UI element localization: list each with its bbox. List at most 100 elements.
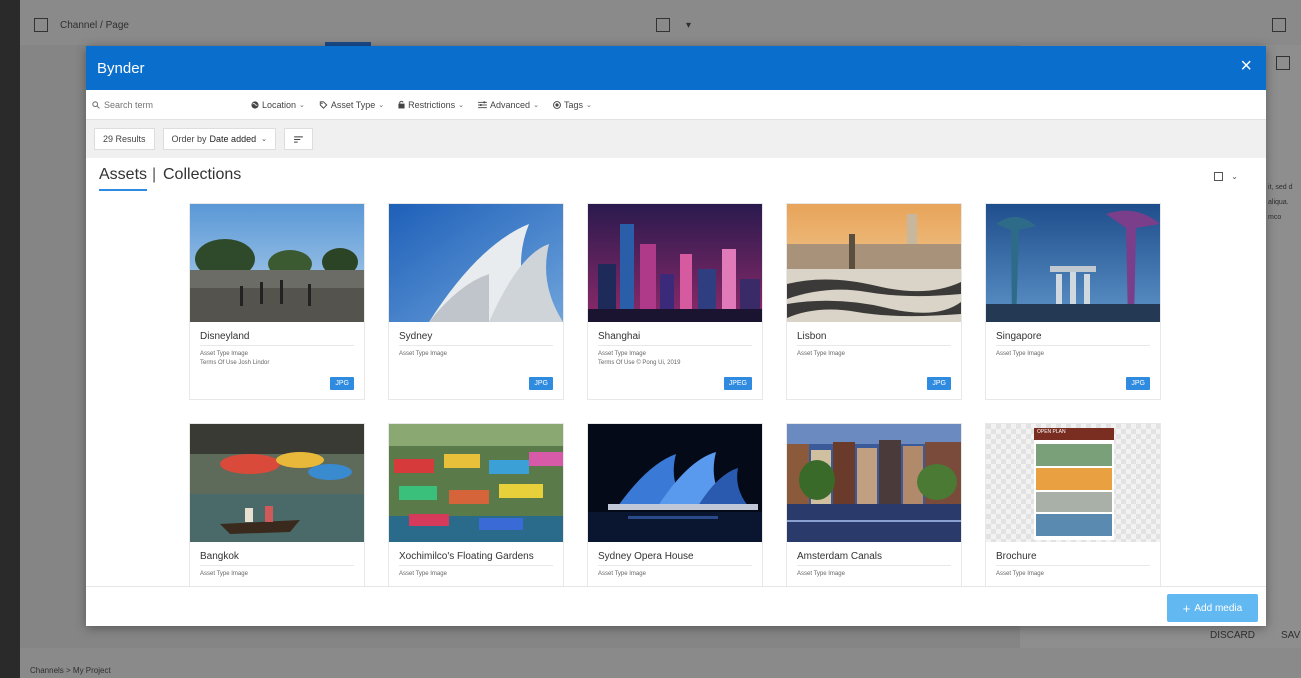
file-type-badge: JPG	[330, 377, 354, 390]
asset-meta: Asset Type Image	[797, 571, 845, 577]
chevron-down-icon: ⌄	[585, 101, 592, 109]
discard-button[interactable]: DISCARD	[1210, 630, 1255, 641]
asset-name: Shanghai	[598, 331, 752, 346]
asset-meta: Asset Type Image	[598, 571, 646, 577]
search-box[interactable]	[86, 90, 251, 120]
asset-thumbnail	[389, 424, 563, 542]
tab-assets[interactable]: Assets	[99, 166, 148, 191]
bynder-modal: Bynder × Location ⌄ Asset Type ⌄ Restric…	[86, 46, 1266, 626]
chevron-down-icon: ⌄	[533, 101, 539, 109]
order-by-label: Order by	[171, 134, 207, 144]
filter-bar: Location ⌄ Asset Type ⌄ Restrictions ⌄ A…	[86, 90, 1266, 120]
file-type-badge: JPG	[529, 377, 553, 390]
tags-icon	[553, 100, 561, 109]
device-preview-icon[interactable]	[656, 18, 670, 32]
asset-card[interactable]: Lisbon Asset Type Image JPG	[786, 203, 962, 400]
app-bottombar	[20, 648, 1301, 678]
grid-view-icon	[1214, 172, 1224, 181]
asset-meta: Terms Of Use © Pong Ui, 2019	[598, 360, 681, 366]
asset-card[interactable]: Disneyland Asset Type Image Terms Of Use…	[189, 203, 365, 400]
asset-thumbnail	[389, 204, 563, 322]
panel-text-2: aliqua.	[1268, 199, 1289, 206]
panel-text-1: it, sed d	[1268, 184, 1293, 191]
search-input[interactable]	[104, 99, 244, 110]
close-icon[interactable]: ×	[1240, 56, 1252, 76]
order-by-dropdown[interactable]: Order by Date added ⌄	[162, 128, 276, 150]
asset-name: Lisbon	[797, 331, 951, 346]
view-mode-dropdown[interactable]: ⌄	[1214, 172, 1238, 181]
filter-location[interactable]: Location ⌄	[251, 100, 305, 110]
results-bar: 29 Results Order by Date added ⌄	[86, 120, 1266, 158]
asset-card[interactable]: Singapore Asset Type Image JPG	[985, 203, 1161, 400]
asset-name: Disneyland	[200, 331, 354, 346]
filter-location-label: Location	[262, 99, 297, 110]
asset-meta: Asset Type Image	[996, 351, 1044, 357]
view-tabs: Assets | Collections ⌄	[86, 158, 1266, 198]
asset-thumbnail	[787, 204, 961, 322]
asset-meta: Asset Type Image	[797, 351, 845, 357]
asset-thumbnail: OPEN PLAN	[986, 424, 1160, 542]
lock-icon	[398, 100, 405, 109]
asset-meta: Asset Type Image	[598, 351, 646, 357]
asset-thumbnail	[190, 204, 364, 322]
asset-thumbnail	[986, 204, 1160, 322]
asset-card[interactable]: Sydney Asset Type Image JPG	[388, 203, 564, 400]
app-breadcrumb-top: Channel / Page	[60, 20, 129, 31]
file-type-badge: JPG	[1126, 377, 1150, 390]
asset-thumbnail	[787, 424, 961, 542]
fullscreen-icon[interactable]	[1276, 56, 1290, 70]
plus-icon: +	[1182, 600, 1191, 616]
brochure-thumb-text: OPEN PLAN	[1037, 429, 1066, 435]
chevron-down-icon[interactable]: ▾	[686, 20, 691, 31]
asset-thumbnail	[190, 424, 364, 542]
filter-restrictions[interactable]: Restrictions ⌄	[398, 100, 464, 110]
asset-meta: Asset Type Image	[200, 571, 248, 577]
filter-advanced-label: Advanced	[490, 99, 531, 110]
file-type-badge: JPEG	[723, 377, 752, 390]
sidebar-toggle-icon[interactable]	[34, 18, 48, 32]
filter-tags-label: Tags	[563, 99, 583, 110]
chevron-down-icon: ⌄	[378, 101, 385, 109]
results-count: 29 Results	[94, 128, 155, 150]
sort-icon	[294, 135, 303, 143]
app-breadcrumb-bottom: Channels > My Project	[30, 666, 111, 675]
sliders-icon	[478, 100, 487, 108]
tab-collections[interactable]: Collections	[163, 166, 241, 184]
app-left-rail	[0, 0, 20, 678]
asset-card[interactable]: Shanghai Asset Type Image Terms Of Use ©…	[587, 203, 763, 400]
modal-title: Bynder	[97, 60, 145, 77]
asset-name: Sydney	[399, 331, 553, 346]
asset-thumbnail	[588, 424, 762, 542]
modal-header: Bynder ×	[86, 46, 1266, 90]
chevron-down-icon: ⌄	[261, 136, 267, 143]
globe-icon	[251, 100, 259, 109]
asset-name: Xochimilco's Floating Gardens	[399, 551, 553, 566]
asset-name: Singapore	[996, 331, 1150, 346]
chevron-down-icon: ⌄	[1231, 172, 1238, 181]
asset-name: Sydney Opera House	[598, 551, 752, 566]
modal-footer: + Add media	[86, 586, 1266, 626]
filter-asset-type-label: Asset Type	[330, 99, 376, 110]
asset-name: Amsterdam Canals	[797, 551, 951, 566]
filter-tags[interactable]: Tags ⌄	[553, 100, 592, 110]
tab-separator: |	[152, 166, 157, 183]
add-media-button[interactable]: + Add media	[1167, 594, 1258, 622]
asset-meta: Asset Type Image	[399, 351, 447, 357]
save-button[interactable]: SAV	[1281, 630, 1300, 641]
asset-thumbnail	[588, 204, 762, 322]
filter-asset-type[interactable]: Asset Type ⌄	[319, 100, 384, 110]
file-type-badge: JPG	[927, 377, 951, 390]
asset-name: Brochure	[996, 551, 1150, 566]
search-icon	[92, 100, 100, 109]
sort-direction-button[interactable]	[283, 128, 313, 150]
asset-meta: Asset Type Image	[200, 351, 248, 357]
chevron-down-icon: ⌄	[299, 101, 305, 109]
chevron-down-icon: ⌄	[458, 101, 465, 109]
order-by-value: Date added	[209, 134, 257, 144]
asset-meta: Terms Of Use Josh Lindor	[200, 360, 270, 366]
asset-name: Bangkok	[200, 551, 354, 566]
filter-restrictions-label: Restrictions	[408, 99, 456, 110]
filter-advanced[interactable]: Advanced ⌄	[478, 100, 539, 110]
asset-meta: Asset Type Image	[996, 571, 1044, 577]
layout-icon[interactable]	[1272, 18, 1286, 32]
